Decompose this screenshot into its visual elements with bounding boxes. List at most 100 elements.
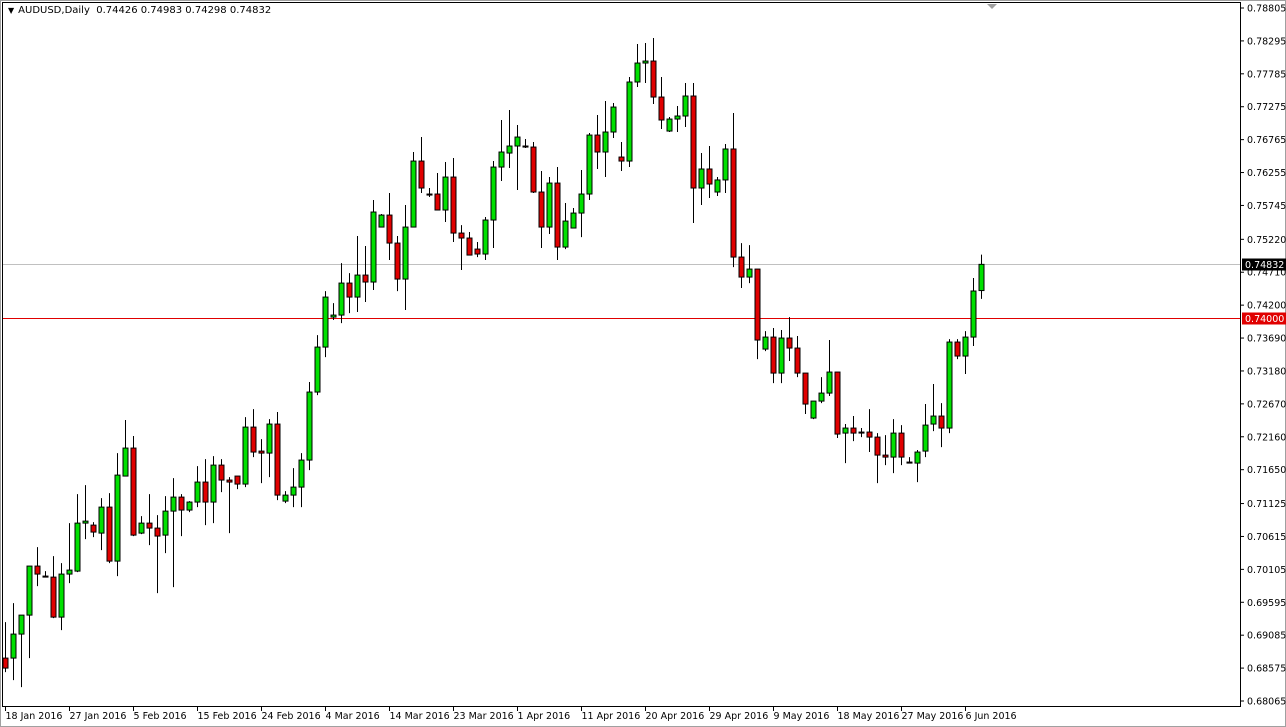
candle (371, 200, 376, 290)
time-tick-label: 27 May 2016 (902, 711, 964, 722)
candle-body-bullish (267, 424, 272, 453)
candle-body-bullish (891, 433, 896, 457)
candle-body-bearish (755, 269, 760, 340)
candle-body-bullish (379, 215, 384, 227)
plot-area (3, 3, 1241, 707)
candle (411, 152, 416, 227)
candle-body-bearish (387, 215, 392, 243)
candle-body-bearish (347, 283, 352, 297)
candle-body-bullish (747, 269, 752, 277)
price-tick-label: 0.76765 (1247, 135, 1286, 146)
time-tick-label: 1 Apr 2016 (518, 711, 571, 722)
candle-body-bullish (563, 221, 568, 247)
ohlc-readout: 0.74426 0.74983 0.74298 0.74832 (96, 5, 271, 16)
dropdown-triangle-icon[interactable]: ▼ (8, 6, 14, 15)
price-tick-label: 0.78295 (1247, 36, 1286, 47)
candle (587, 133, 592, 200)
candle-body-bullish (627, 82, 632, 161)
candle-body-bullish (811, 401, 816, 418)
candle-body-bearish (203, 482, 208, 502)
candle-body-bullish (171, 497, 176, 511)
candle-body-bullish (123, 448, 128, 476)
candle-body-bullish (411, 161, 416, 227)
price-tick-label: 0.69595 (1247, 598, 1286, 609)
candle-body-bullish (827, 372, 832, 393)
candle-body-bearish (467, 238, 472, 255)
candle-body-bearish (275, 424, 280, 495)
chart-header: ▼AUDUSD,Daily 0.74426 0.74983 0.74298 0.… (8, 5, 271, 16)
price-tick-label: 0.70105 (1247, 565, 1286, 576)
candle-body-bullish (971, 291, 976, 337)
candle-body-bullish (603, 132, 608, 152)
candle (187, 501, 192, 512)
candle-body-bullish (931, 416, 936, 424)
candle-body-bearish (419, 161, 424, 188)
price-tick-label: 0.73180 (1247, 366, 1286, 377)
candle (483, 217, 488, 260)
candle-body-bearish (155, 528, 160, 536)
candle-body-bullish (699, 169, 704, 188)
time-tick-label: 6 Jun 2016 (966, 711, 1017, 722)
time-tick-label: 29 Apr 2016 (710, 711, 769, 722)
candle-body-bullish (611, 107, 616, 132)
candle (811, 401, 816, 419)
candle-body-bullish (211, 465, 216, 502)
candle (131, 436, 136, 536)
candle-body-bearish (539, 192, 544, 227)
candle-body-bullish (99, 507, 104, 533)
price-tick-label: 0.74200 (1247, 301, 1286, 312)
candlestick-chart[interactable]: 0.788050.782950.777850.772750.767650.762… (0, 0, 1286, 727)
candle-body-bullish (371, 212, 376, 282)
candle-body-bearish (883, 455, 888, 457)
candle-body-bearish (875, 437, 880, 455)
price-tick-label: 0.75220 (1247, 235, 1286, 246)
candle-body-bullish (635, 63, 640, 82)
candle-body-bearish (939, 416, 944, 428)
candle-body-bearish (435, 194, 440, 210)
candle-body-bullish (315, 347, 320, 392)
candle-body-bullish (195, 482, 200, 502)
candle-body-bearish (459, 233, 464, 238)
candle-body-bearish (867, 432, 872, 437)
candle-body-bearish (787, 338, 792, 348)
price-tick-label: 0.77785 (1247, 69, 1286, 80)
candle-body-bullish (163, 511, 168, 535)
candle-body-bearish (3, 658, 8, 668)
candle-body-bearish (395, 243, 400, 279)
time-tick-label: 15 Feb 2016 (198, 711, 257, 722)
candle-body-bullish (299, 460, 304, 487)
candle-body-bearish (651, 61, 656, 97)
time-tick-label: 20 Apr 2016 (646, 711, 705, 722)
price-tick-label: 0.75745 (1247, 201, 1286, 212)
candle-body-bullish (83, 521, 88, 523)
candle-body-bullish (587, 135, 592, 194)
candle-body-bullish (579, 194, 584, 213)
price-tick-label: 0.71125 (1247, 499, 1286, 510)
candle-body-bearish (363, 275, 368, 282)
candle-body-bullish (571, 213, 576, 228)
candle-body-bearish (859, 432, 864, 433)
candle-body-bearish (107, 507, 112, 561)
candle-body-bullish (963, 337, 968, 356)
candle-body-bearish (707, 169, 712, 184)
candle-body-bearish (619, 157, 624, 161)
candle-body-bearish (555, 183, 560, 247)
candle-body-bearish (771, 337, 776, 373)
time-tick-label: 4 Mar 2016 (326, 711, 380, 722)
time-tick-label: 23 Mar 2016 (454, 711, 514, 722)
candle-body-bullish (499, 152, 504, 167)
candle-body-bullish (483, 220, 488, 254)
price-tick-label: 0.70615 (1247, 532, 1286, 543)
candle-body-bearish (531, 147, 536, 192)
candle-body-bearish (731, 149, 736, 257)
candle-body-bullish (187, 502, 192, 510)
candle (547, 177, 552, 234)
candle (275, 412, 280, 500)
candle-body-bullish (307, 392, 312, 460)
time-tick-label: 14 Mar 2016 (390, 711, 450, 722)
candle (835, 372, 840, 438)
candle-body-bullish (291, 487, 296, 495)
candle-body-bullish (819, 393, 824, 401)
candle-body-bearish (147, 523, 152, 528)
price-tick-label: 0.72670 (1247, 399, 1286, 410)
